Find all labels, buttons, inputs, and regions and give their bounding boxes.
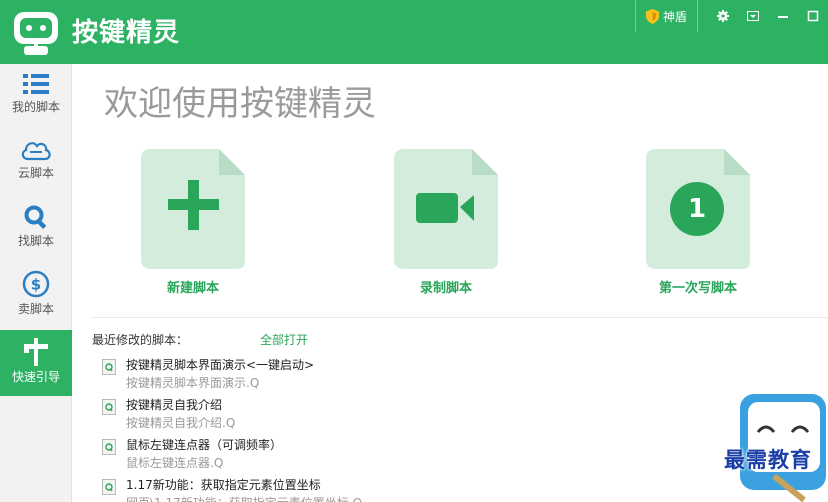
document-icon <box>141 149 245 269</box>
recent-scripts-title: 最近修改的脚本： <box>92 333 189 347</box>
script-name[interactable]: 鼠标左键连点器（可调频率） <box>126 436 282 453</box>
sidebar-item-label: 快速引导 <box>11 370 60 384</box>
first-script-card[interactable]: 1 <box>646 149 750 269</box>
new-script-card[interactable] <box>141 149 245 269</box>
record-script-card[interactable] <box>394 149 498 269</box>
sidebar-item-sell-scripts[interactable]: $ 卖脚本 <box>0 262 72 328</box>
title-bar[interactable]: 按键精灵 神盾 <box>0 0 828 64</box>
cloud-icon <box>21 142 51 161</box>
script-name[interactable]: 按键精灵自我介绍 <box>126 396 222 413</box>
list-item[interactable]: 鼠标左键连点器（可调频率） 鼠标左键连点器.Q <box>102 436 702 476</box>
svg-text:$: $ <box>31 276 41 294</box>
script-path: 按键精灵自我介绍.Q <box>126 416 236 430</box>
list-icon <box>23 74 49 94</box>
record-script-label[interactable]: 录制脚本 <box>376 277 516 296</box>
sidebar-item-label: 云脚本 <box>17 166 54 180</box>
settings-button[interactable] <box>708 0 738 32</box>
sidebar-item-label: 我的脚本 <box>11 100 60 114</box>
sidebar-item-my-scripts[interactable]: 我的脚本 <box>0 64 72 130</box>
sidebar-item-find-scripts[interactable]: 找脚本 <box>0 196 72 262</box>
maximize-icon <box>807 10 819 22</box>
script-file-icon <box>102 359 116 375</box>
window-controls: 神盾 <box>634 0 828 32</box>
script-file-icon <box>102 479 116 495</box>
sidebar-item-label: 卖脚本 <box>17 302 54 316</box>
menu-button[interactable] <box>738 0 768 32</box>
sidebar-item-cloud-scripts[interactable]: 云脚本 <box>0 130 72 196</box>
list-item[interactable]: 按键精灵自我介绍 按键精灵自我介绍.Q <box>102 396 702 436</box>
minimize-button[interactable] <box>768 0 798 32</box>
script-name[interactable]: 1.17新功能：获取指定元素位置坐标 <box>126 476 321 493</box>
app-title: 按键精灵 <box>72 18 181 48</box>
signpost-icon <box>24 338 48 366</box>
recent-scripts-list: 按键精灵脚本界面演示<一键启动> 按键精灵脚本界面演示.Q 按键精灵自我介绍 按… <box>102 356 702 502</box>
watermark: 最需教育 <box>698 392 828 502</box>
app-window: 按键精灵 神盾 我的脚本 云脚本 找脚本 $ 卖脚本 快速引导 欢迎使用按键精灵… <box>0 0 828 502</box>
script-file-icon <box>102 439 116 455</box>
dropdown-menu-icon <box>747 11 759 21</box>
robot-logo-icon <box>14 12 58 55</box>
gear-icon <box>717 10 729 22</box>
script-file-icon <box>102 399 116 415</box>
number-one-text: 1 <box>687 194 707 224</box>
sidebar-item-quick-guide[interactable]: 快速引导 <box>0 330 72 396</box>
welcome-heading: 欢迎使用按键精灵 <box>104 84 376 124</box>
script-path: 网页\1.17新功能：获取指定元素位置坐标.Q <box>126 494 362 502</box>
shield-button[interactable]: 神盾 <box>634 0 698 32</box>
document-icon <box>394 149 498 269</box>
list-item[interactable]: 按键精灵脚本界面演示<一键启动> 按键精灵脚本界面演示.Q <box>102 356 702 396</box>
script-path: 鼠标左键连点器.Q <box>126 456 224 470</box>
first-script-label[interactable]: 第一次写脚本 <box>628 277 768 296</box>
sidebar: 我的脚本 云脚本 找脚本 $ 卖脚本 快速引导 <box>0 64 72 502</box>
sidebar-item-label: 找脚本 <box>17 234 54 248</box>
shield-label: 神盾 <box>662 9 687 24</box>
minimize-icon <box>778 16 788 18</box>
script-name[interactable]: 按键精灵脚本界面演示<一键启动> <box>126 356 314 373</box>
watermark-text: 最需教育 <box>724 447 812 472</box>
new-script-label[interactable]: 新建脚本 <box>123 277 263 296</box>
search-icon <box>24 205 47 229</box>
list-item[interactable]: 1.17新功能：获取指定元素位置坐标 网页\1.17新功能：获取指定元素位置坐标… <box>102 476 702 502</box>
divider <box>90 317 828 318</box>
open-all-link[interactable]: 全部打开 <box>260 331 308 348</box>
script-path: 按键精灵脚本界面演示.Q <box>126 376 260 390</box>
shield-icon <box>645 8 659 24</box>
dollar-icon: $ <box>22 270 50 298</box>
maximize-button[interactable] <box>798 0 828 32</box>
